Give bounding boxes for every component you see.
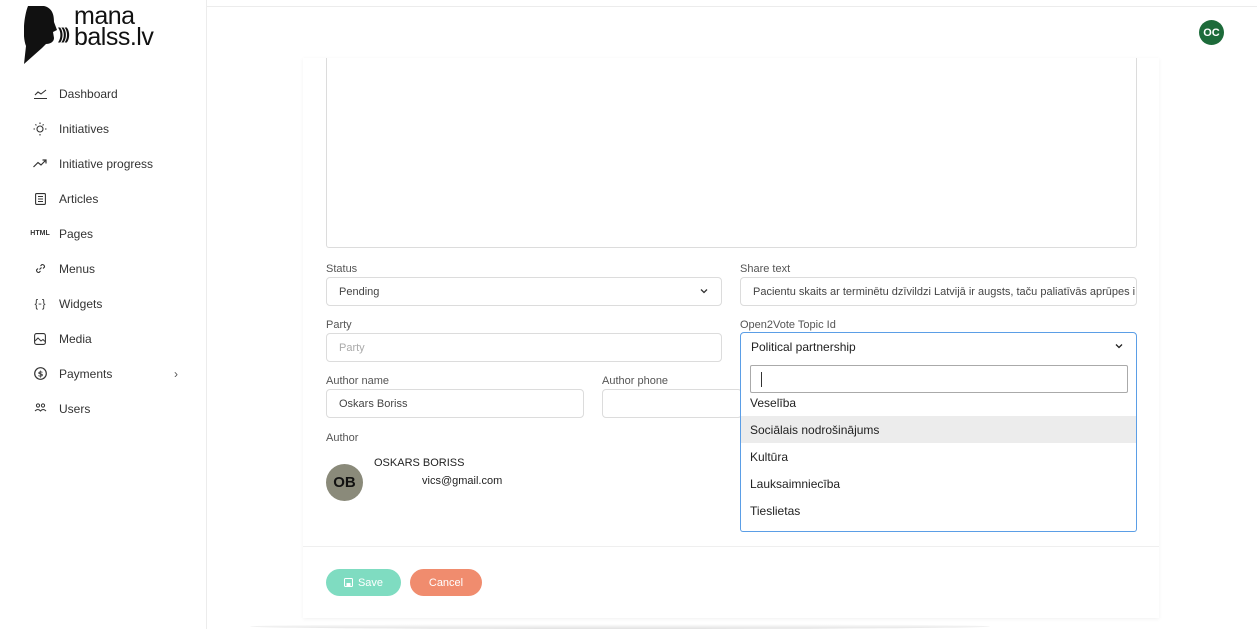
widget-braces-icon: {-} (34, 297, 46, 310)
sidebar-item-label: Dashboard (59, 86, 118, 101)
dropdown-option[interactable]: Tieslietas (741, 497, 1136, 524)
image-icon (32, 332, 48, 345)
sidebar-item-widgets[interactable]: {-} Widgets (0, 286, 206, 321)
lightbulb-icon (32, 122, 48, 136)
open2vote-select[interactable]: Political partnership (740, 332, 1137, 361)
author-email: vics@gmail.com (422, 475, 503, 487)
user-avatar[interactable]: OC (1199, 20, 1224, 45)
sidebar-item-users[interactable]: Users (0, 391, 206, 426)
dollar-circle-icon: $ (32, 367, 48, 380)
sidebar-item-pages[interactable]: HTML Pages (0, 216, 206, 251)
sidebar-item-payments[interactable]: $ Payments › (0, 356, 206, 391)
sidebar-item-label: Initiatives (59, 121, 110, 136)
sidebar-item-initiative-progress[interactable]: Initiative progress (0, 146, 206, 181)
author-name-value: Oskars Boriss (339, 397, 408, 410)
sound-waves-icon: ))) (58, 26, 70, 43)
header-divider (207, 6, 1257, 7)
party-input[interactable]: Party (326, 333, 722, 362)
sidebar-item-label: Initiative progress (59, 156, 154, 171)
sidebar-item-label: Pages (59, 226, 94, 241)
dropdown-option[interactable]: Veselība (741, 389, 1136, 416)
author-display-name: OSKARS BORISS (374, 457, 465, 469)
window-shadow (250, 624, 990, 629)
sidebar-item-articles[interactable]: Articles (0, 181, 206, 216)
author-label: Author (326, 432, 359, 444)
open2vote-label: Open2Vote Topic Id (740, 319, 836, 331)
author-phone-label: Author phone (602, 375, 669, 387)
trending-up-icon (32, 159, 48, 168)
dropdown-search-input[interactable] (750, 365, 1128, 393)
status-label: Status (326, 263, 358, 275)
svg-text:$: $ (37, 370, 43, 379)
sidebar-item-label: Articles (59, 191, 99, 206)
share-text-label: Share text (740, 263, 791, 275)
sidebar-item-label: Widgets (59, 296, 103, 311)
sidebar-item-label: Menus (59, 261, 96, 276)
sidebar: ))) mana balss.lv Dashboard Initiatives … (0, 0, 207, 629)
sidebar-item-label: Users (59, 401, 91, 416)
text-caret (761, 372, 762, 387)
sidebar-nav: Dashboard Initiatives Initiative progres… (0, 76, 206, 426)
save-icon (343, 578, 353, 587)
content-editor[interactable] (326, 58, 1137, 248)
cancel-button[interactable]: Cancel (410, 569, 482, 596)
brand-name: mana balss.lv (74, 2, 154, 51)
dropdown-option-highlighted[interactable]: Sociālais nodrošinājums (741, 416, 1136, 443)
manabalss-logo[interactable]: ))) mana balss.lv (24, 2, 184, 66)
sidebar-item-media[interactable]: Media (0, 321, 206, 356)
open2vote-value: Political partnership (751, 339, 856, 354)
author-name-label: Author name (326, 375, 389, 387)
dropdown-option[interactable]: Kultūra (741, 443, 1136, 470)
open2vote-dropdown: Veselība Sociālais nodrošinājums Kultūra… (740, 360, 1137, 532)
footer-divider (303, 546, 1159, 547)
chevron-down-icon (1114, 341, 1124, 354)
sidebar-item-dashboard[interactable]: Dashboard (0, 76, 206, 111)
author-avatar: OB (326, 464, 363, 501)
sidebar-item-label: Payments (59, 366, 113, 381)
chevron-right-icon[interactable]: › (174, 367, 178, 381)
chevron-down-icon (699, 286, 709, 299)
head-silhouette-icon (24, 6, 57, 64)
users-icon (32, 403, 48, 414)
status-value: Pending (339, 285, 380, 298)
chart-line-icon (32, 89, 48, 99)
author-phone-input[interactable] (602, 389, 742, 418)
party-placeholder: Party (339, 341, 365, 354)
dropdown-options: Veselība Sociālais nodrošinājums Kultūra… (741, 389, 1136, 524)
dropdown-option[interactable]: Lauksaimniecība (741, 470, 1136, 497)
share-text-input[interactable]: Pacientu skaits ar terminētu dzīvildzi L… (740, 277, 1137, 306)
save-label: Save (357, 576, 384, 589)
link-icon (32, 262, 48, 275)
html-icon: HTML (30, 230, 50, 237)
save-button[interactable]: Save (326, 569, 401, 596)
sidebar-item-menus[interactable]: Menus (0, 251, 206, 286)
article-icon (32, 192, 48, 205)
author-name-input[interactable]: Oskars Boriss (326, 389, 584, 418)
sidebar-item-label: Media (59, 331, 92, 346)
sidebar-item-initiatives[interactable]: Initiatives (0, 111, 206, 146)
party-label: Party (326, 319, 352, 331)
share-text-value: Pacientu skaits ar terminētu dzīvildzi L… (753, 285, 1136, 298)
status-select[interactable]: Pending (326, 277, 722, 306)
